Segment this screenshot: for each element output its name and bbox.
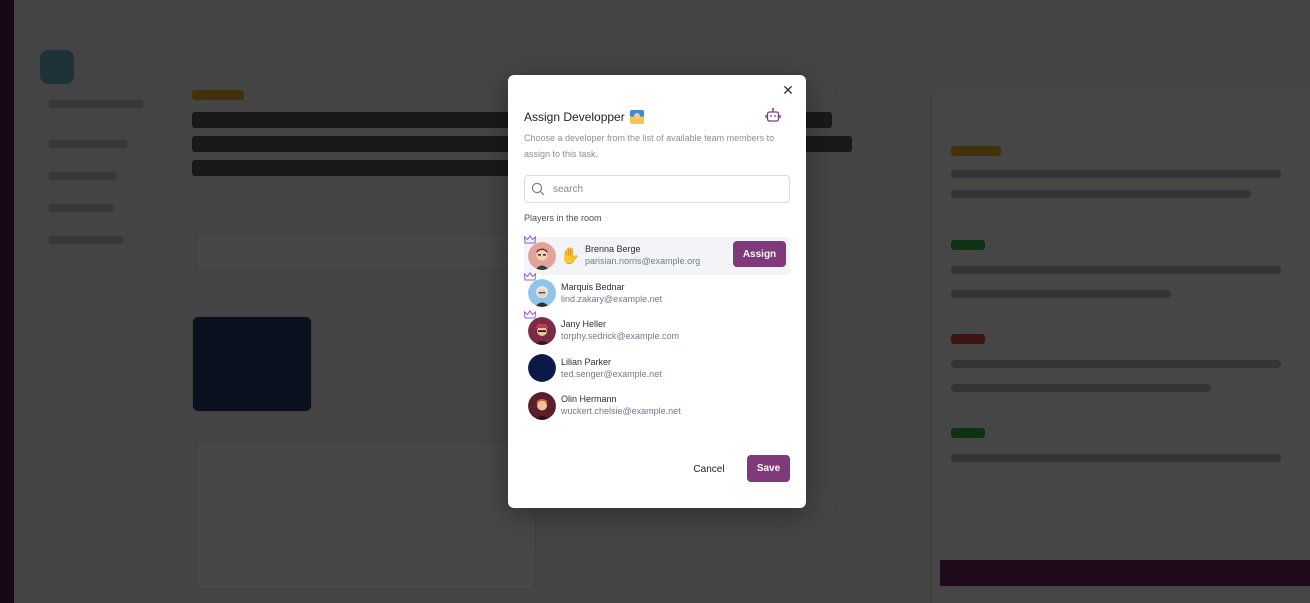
search-box[interactable]	[524, 175, 790, 203]
crown-icon	[524, 234, 536, 244]
avatar	[528, 316, 556, 345]
avatar	[528, 279, 556, 308]
assign-button[interactable]: Assign	[733, 241, 786, 267]
avatar	[528, 241, 556, 270]
modal-title-text: Assign Developper	[524, 110, 625, 124]
players-section-label: Players in the room	[524, 213, 602, 223]
player-info: Brenna Berge parisian.norris@example.org	[585, 244, 700, 267]
player-info: Marquis Bednar lind.zakary@example.net	[561, 282, 662, 305]
player-email: wuckert.chelsie@example.net	[561, 406, 681, 417]
crown-icon	[524, 309, 536, 319]
player-avatar-wrap	[524, 272, 556, 308]
avatar	[528, 354, 556, 383]
assign-developer-modal: ✕ Assign Developper Choose a developer f…	[508, 75, 806, 508]
save-button[interactable]: Save	[747, 455, 790, 482]
player-name: Brenna Berge	[585, 244, 641, 255]
player-row[interactable]: Jany Heller torphy.sedrick@example.com	[524, 309, 790, 350]
raised-hand-icon: ✋	[560, 245, 580, 265]
player-info: Jany Heller torphy.sedrick@example.com	[561, 319, 679, 342]
player-avatar-wrap	[524, 234, 556, 270]
player-email: torphy.sedrick@example.com	[561, 331, 680, 342]
close-icon[interactable]: ✕	[780, 83, 796, 99]
cancel-button[interactable]: Cancel	[684, 456, 734, 482]
player-avatar-wrap	[524, 309, 556, 345]
player-row[interactable]: Olin Hermann wuckert.chelsie@example.net	[524, 387, 790, 425]
crown-icon	[524, 272, 536, 281]
player-row[interactable]: ✋ Brenna Berge parisian.norris@example.o…	[524, 234, 790, 275]
modal-title: Assign Developper	[524, 110, 644, 124]
player-name: Lilian Parker	[561, 356, 612, 367]
developer-emoji-icon	[629, 110, 644, 124]
player-email: lind.zakary@example.net	[561, 293, 663, 304]
search-icon	[531, 182, 545, 196]
player-email: ted.senger@example.net	[561, 368, 662, 379]
modal-subtitle: Choose a developer from the list of avai…	[524, 133, 775, 159]
robot-icon[interactable]	[764, 107, 782, 125]
player-name: Marquis Bednar	[561, 281, 625, 292]
player-avatar-wrap	[528, 354, 556, 383]
players-list: ✋ Brenna Berge parisian.norris@example.o…	[524, 234, 790, 425]
avatar	[528, 391, 556, 420]
player-info: Lilian Parker ted.senger@example.net	[561, 357, 662, 380]
player-name: Olin Hermann	[561, 394, 617, 405]
player-info: Olin Hermann wuckert.chelsie@example.net	[561, 394, 681, 417]
player-avatar-wrap	[528, 391, 556, 420]
player-name: Jany Heller	[561, 319, 607, 330]
search-input[interactable]	[553, 183, 773, 195]
player-row[interactable]: Marquis Bednar lind.zakary@example.net	[524, 272, 790, 313]
player-row[interactable]: Lilian Parker ted.senger@example.net	[524, 350, 790, 388]
player-email: parisian.norris@example.org	[585, 256, 701, 267]
